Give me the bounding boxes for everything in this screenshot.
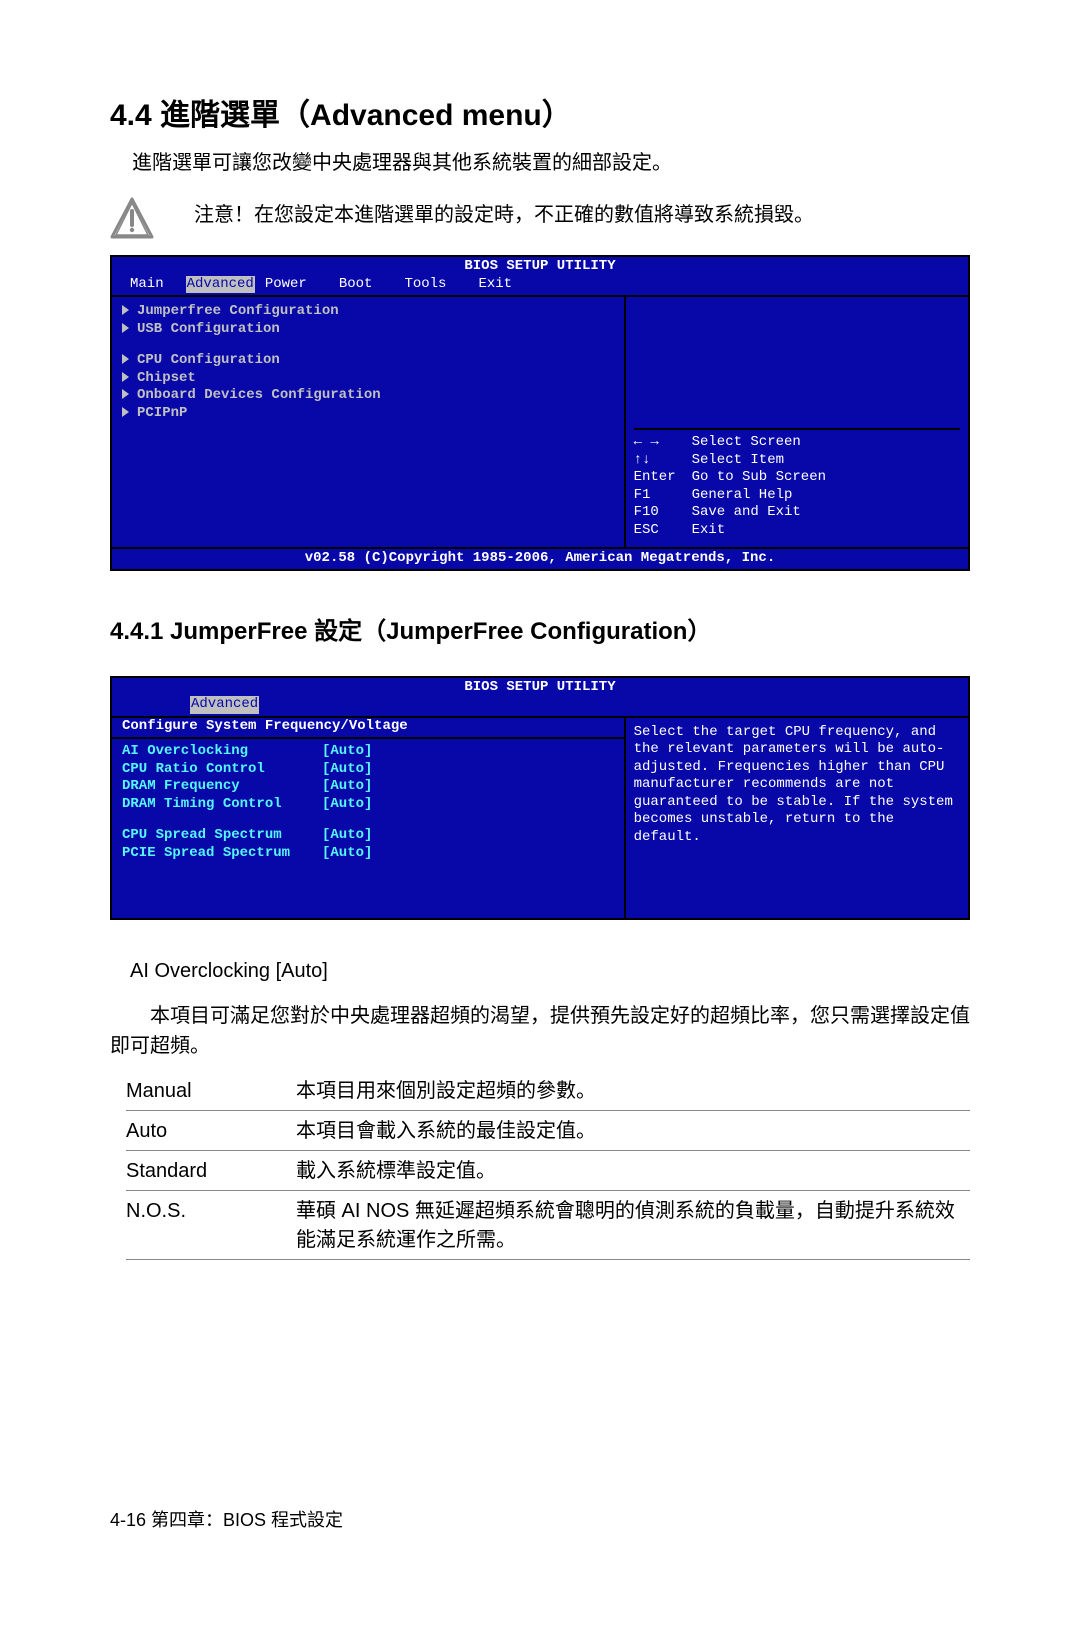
option-key: Standard [126, 1157, 296, 1186]
help-text: General Help [692, 487, 793, 505]
option-key: Auto [126, 1117, 296, 1146]
help-text: Select Item [692, 452, 784, 470]
subsection-heading: 4.4.1 JumperFree 設定（JumperFree Configura… [110, 611, 970, 646]
option-key: N.O.S. [126, 1197, 296, 1255]
bios-config-pane: Configure System Frequency/Voltage AI Ov… [112, 718, 626, 918]
menu-item: USB Configuration [122, 321, 614, 339]
help-key: F1 [634, 487, 692, 505]
options-table: Manual 本項目用來個別設定超頻的參數。 Auto 本項目會載入系統的最佳設… [126, 1071, 970, 1260]
config-row: PCIE Spread Spectrum[Auto] [122, 845, 614, 863]
bios-screenshot-1: BIOS SETUP UTILITY Main Advanced Power B… [110, 255, 970, 571]
bios-help-pane: Select the target CPU frequency, and the… [626, 718, 968, 918]
section-heading: 4.4 進階選單（Advanced menu） [110, 90, 970, 134]
option-val: 本項目會載入系統的最佳設定值。 [296, 1117, 970, 1146]
config-header: Configure System Frequency/Voltage [112, 718, 624, 740]
intro-text: 進階選單可讓您改變中央處理器與其他系統裝置的細部設定。 [132, 146, 970, 175]
warning-text: 注意！在您設定本進階選單的設定時，不正確的數值將導致系統損毀。 [194, 197, 970, 229]
config-row: CPU Spread Spectrum[Auto] [122, 827, 614, 845]
bios-tabs: Advanced [112, 696, 968, 716]
help-text: Select Screen [692, 434, 801, 452]
bios-help-pane: ← →Select Screen ↑↓Select Item EnterGo t… [626, 297, 968, 547]
help-key: Enter [634, 469, 692, 487]
option-row: Auto 本項目會載入系統的最佳設定值。 [126, 1111, 970, 1151]
bios-footer: v02.58 (C)Copyright 1985-2006, American … [112, 547, 968, 569]
item-description: 本項目可滿足您對於中央處理器超頻的渴望，提供預先設定好的超頻比率，您只需選擇設定… [110, 1001, 970, 1061]
menu-item: CPU Configuration [122, 352, 614, 370]
option-row: N.O.S. 華碩 AI NOS 無延遲超頻系統會聰明的偵測系統的負載量，自動提… [126, 1191, 970, 1260]
config-row: DRAM Timing Control[Auto] [122, 796, 614, 814]
menu-item: Onboard Devices Configuration [122, 387, 614, 405]
help-key: ESC [634, 522, 692, 540]
option-val: 華碩 AI NOS 無延遲超頻系統會聰明的偵測系統的負載量，自動提升系統效能滿足… [296, 1197, 970, 1255]
tab-exit: Exit [468, 276, 534, 294]
help-text: Exit [692, 522, 726, 540]
help-key: ← → [634, 434, 692, 452]
menu-item: Jumperfree Configuration [122, 303, 614, 321]
tab-advanced: Advanced [186, 276, 255, 294]
help-key: ↑↓ [634, 452, 692, 470]
option-val: 載入系統標準設定值。 [296, 1157, 970, 1186]
warning-block: 注意！在您設定本進階選單的設定時，不正確的數值將導致系統損毀。 [110, 197, 970, 241]
help-text: Go to Sub Screen [692, 469, 826, 487]
item-title: AI Overclocking [Auto] [130, 960, 970, 983]
bios-title: BIOS SETUP UTILITY [112, 678, 968, 697]
bios-title: BIOS SETUP UTILITY [112, 257, 968, 276]
menu-item: Chipset [122, 370, 614, 388]
menu-item: PCIPnP [122, 405, 614, 423]
tab-tools: Tools [394, 276, 468, 294]
warning-icon [110, 197, 154, 241]
config-row: AI Overclocking[Auto] [122, 743, 614, 761]
tab-power: Power [255, 276, 329, 294]
tab-advanced: Advanced [190, 696, 259, 714]
help-key: F10 [634, 504, 692, 522]
config-row: DRAM Frequency[Auto] [122, 778, 614, 796]
bios-menu-pane: Jumperfree Configuration USB Configurati… [112, 297, 626, 547]
option-row: Manual 本項目用來個別設定超頻的參數。 [126, 1071, 970, 1111]
page-footer: 4-16 第四章：BIOS 程式設定 [110, 1506, 343, 1532]
tab-main: Main [120, 276, 186, 294]
bios-tabs: Main Advanced Power Boot Tools Exit [112, 276, 968, 296]
option-row: Standard 載入系統標準設定值。 [126, 1151, 970, 1191]
config-row: CPU Ratio Control[Auto] [122, 761, 614, 779]
tab-boot: Boot [329, 276, 395, 294]
bios-screenshot-2: BIOS SETUP UTILITY Advanced Configure Sy… [110, 676, 970, 920]
help-text: Save and Exit [692, 504, 801, 522]
help-description: Select the target CPU frequency, and the… [634, 724, 960, 847]
option-val: 本項目用來個別設定超頻的參數。 [296, 1077, 970, 1106]
option-key: Manual [126, 1077, 296, 1106]
